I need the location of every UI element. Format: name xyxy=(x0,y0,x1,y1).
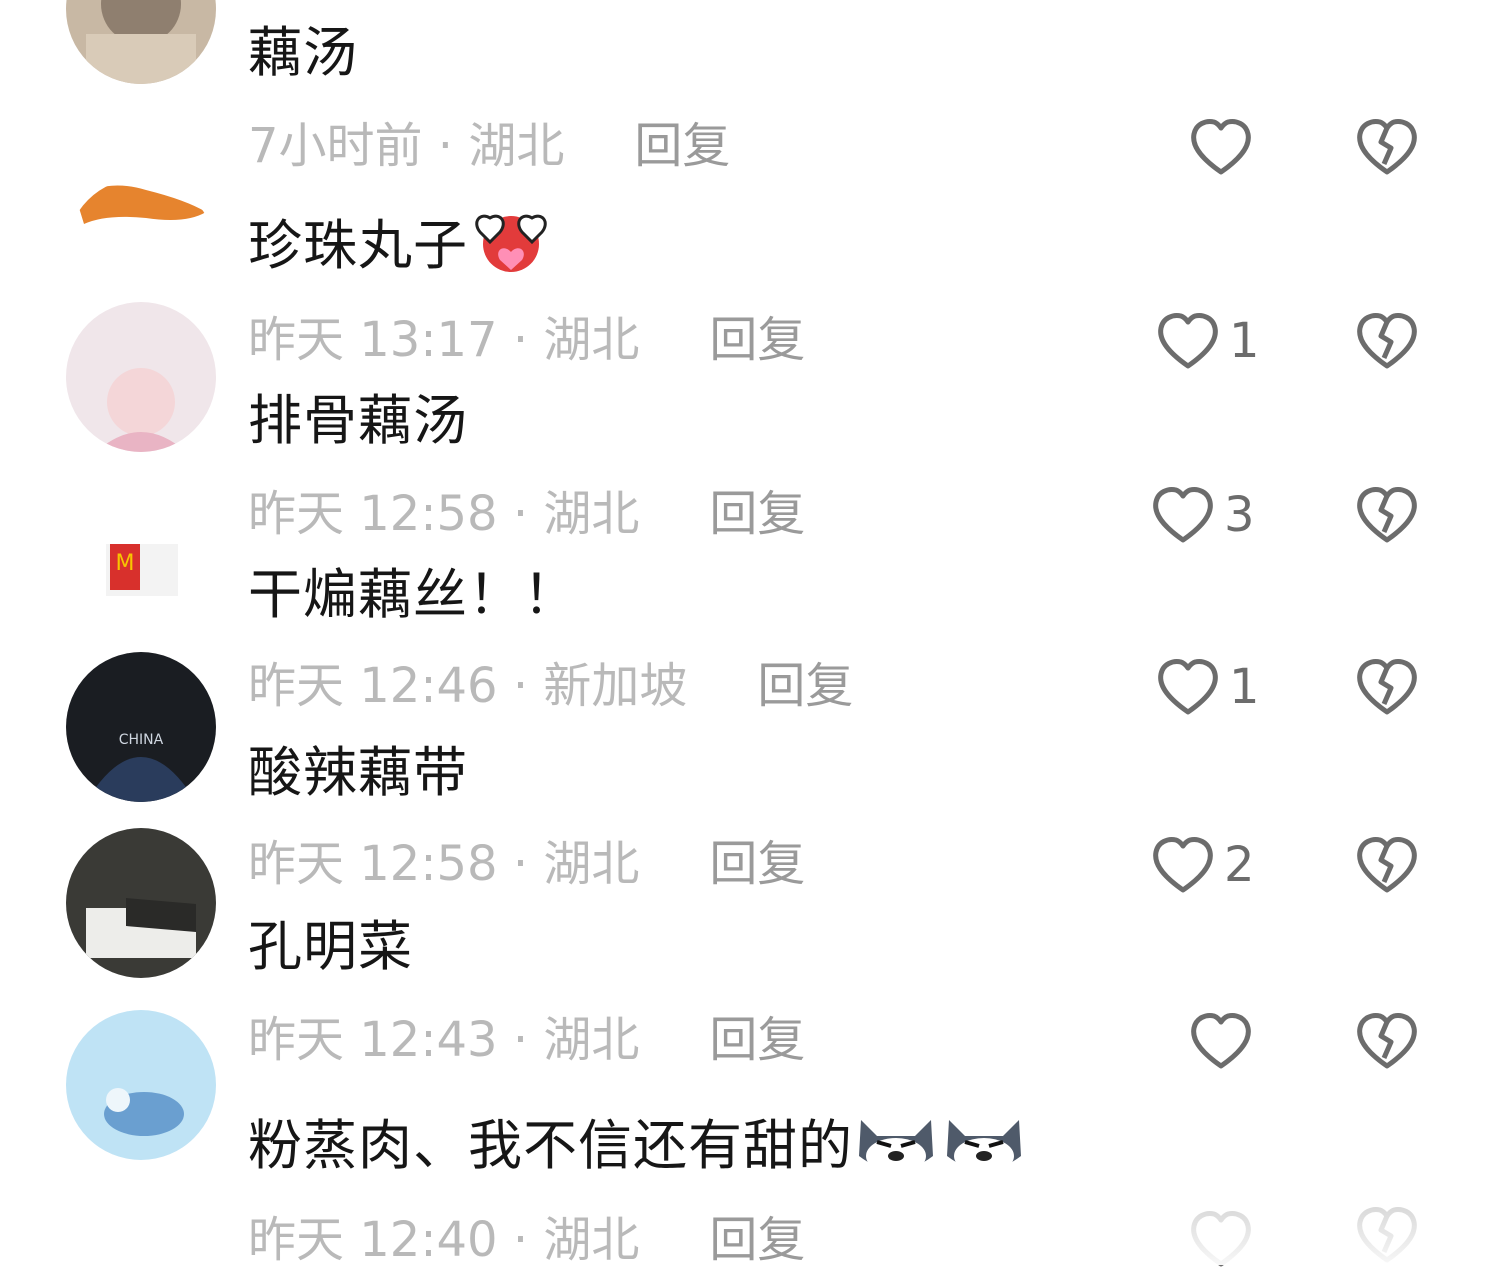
comment-text: 藕汤 xyxy=(248,21,358,84)
heart-outline-icon xyxy=(1150,484,1216,546)
comment-meta: 昨天 12:58 · 湖北 回复 xyxy=(248,836,806,892)
comment-meta: 昨天 13:17 · 湖北 回复 xyxy=(248,312,806,368)
like-button[interactable]: 1 xyxy=(1155,306,1260,376)
comment-location: 新加坡 xyxy=(543,658,688,714)
comment-time: 昨天 12:40 xyxy=(248,1212,498,1268)
dislike-button[interactable] xyxy=(1354,116,1420,178)
avatar[interactable] xyxy=(66,828,216,978)
comment-time: 昨天 12:58 xyxy=(248,836,498,892)
comment-text: 珍珠丸子 xyxy=(248,206,556,279)
svg-text:CHINA: CHINA xyxy=(119,732,164,748)
broken-heart-icon xyxy=(1354,310,1420,372)
comment-time: 昨天 12:58 xyxy=(248,486,498,542)
dislike-button[interactable] xyxy=(1354,484,1420,546)
comment-text: 孔明菜 xyxy=(248,915,413,978)
heart-outline-icon xyxy=(1188,1010,1254,1072)
comment-meta: 昨天 12:40 · 湖北 回复 xyxy=(248,1212,806,1268)
comment-text: 干煸藕丝！！ xyxy=(248,563,578,626)
reply-button[interactable]: 回复 xyxy=(709,1012,805,1068)
like-count: 3 xyxy=(1224,487,1255,543)
dislike-button[interactable] xyxy=(1354,310,1420,372)
like-button[interactable]: 2 xyxy=(1150,830,1255,900)
dislike-button[interactable] xyxy=(1354,834,1420,896)
comment-time: 昨天 12:43 xyxy=(248,1012,498,1068)
like-button[interactable]: 3 xyxy=(1150,480,1255,550)
reply-button[interactable]: 回复 xyxy=(709,836,805,892)
avatar[interactable] xyxy=(66,1010,216,1160)
broken-heart-icon xyxy=(1354,116,1420,178)
husky-smirk-emoji xyxy=(939,1106,1029,1178)
heart-eyes-emoji xyxy=(466,206,556,278)
comment-location: 湖北 xyxy=(543,1012,640,1068)
reply-button[interactable]: 回复 xyxy=(709,312,805,368)
comment-time: 昨天 13:17 xyxy=(248,312,498,368)
reply-button[interactable]: 回复 xyxy=(709,1212,805,1268)
comment-meta: 昨天 12:46 · 新加坡 回复 xyxy=(248,658,854,714)
like-button[interactable]: 1 xyxy=(1155,652,1260,722)
broken-heart-icon xyxy=(1354,1010,1420,1072)
husky-smirk-emoji xyxy=(851,1106,941,1178)
comment-meta: 昨天 12:58 · 湖北 回复 xyxy=(248,486,806,542)
dislike-button[interactable] xyxy=(1354,1010,1420,1072)
comment-location: 湖北 xyxy=(468,118,565,174)
reply-button[interactable]: 回复 xyxy=(757,658,853,714)
comment-location: 湖北 xyxy=(543,312,640,368)
reply-button[interactable]: 回复 xyxy=(709,486,805,542)
comment-time: 7小时前 xyxy=(248,118,423,174)
comment-meta: 昨天 12:43 · 湖北 回复 xyxy=(248,1012,806,1068)
like-button[interactable] xyxy=(1188,1006,1262,1076)
broken-heart-icon xyxy=(1354,656,1420,718)
avatar[interactable] xyxy=(66,302,216,452)
comment-location: 湖北 xyxy=(543,836,640,892)
like-count: 1 xyxy=(1229,313,1260,369)
comment-location: 湖北 xyxy=(543,1212,640,1268)
like-button[interactable] xyxy=(1188,112,1262,182)
like-count: 1 xyxy=(1229,659,1260,715)
broken-heart-icon xyxy=(1354,484,1420,546)
comment-text: 粉蒸肉、我不信还有甜的 xyxy=(248,1106,1029,1179)
bottom-fade-overlay xyxy=(1080,1195,1500,1265)
reply-button[interactable]: 回复 xyxy=(634,118,730,174)
avatar[interactable] xyxy=(66,0,216,84)
heart-outline-icon xyxy=(1188,116,1254,178)
heart-outline-icon xyxy=(1155,310,1221,372)
heart-outline-icon xyxy=(1155,656,1221,718)
avatar[interactable]: M xyxy=(66,474,216,624)
dislike-button[interactable] xyxy=(1354,656,1420,718)
avatar[interactable]: CHINA xyxy=(66,652,216,802)
heart-outline-icon xyxy=(1150,834,1216,896)
comment-location: 湖北 xyxy=(543,486,640,542)
comment-text: 酸辣藕带 xyxy=(248,741,468,804)
svg-text:M: M xyxy=(116,551,135,576)
broken-heart-icon xyxy=(1354,834,1420,896)
comment-time: 昨天 12:46 xyxy=(248,658,498,714)
like-count: 2 xyxy=(1224,837,1255,893)
comment-text: 排骨藕汤 xyxy=(248,389,468,452)
comment-meta: 7小时前 · 湖北 回复 xyxy=(248,118,731,174)
